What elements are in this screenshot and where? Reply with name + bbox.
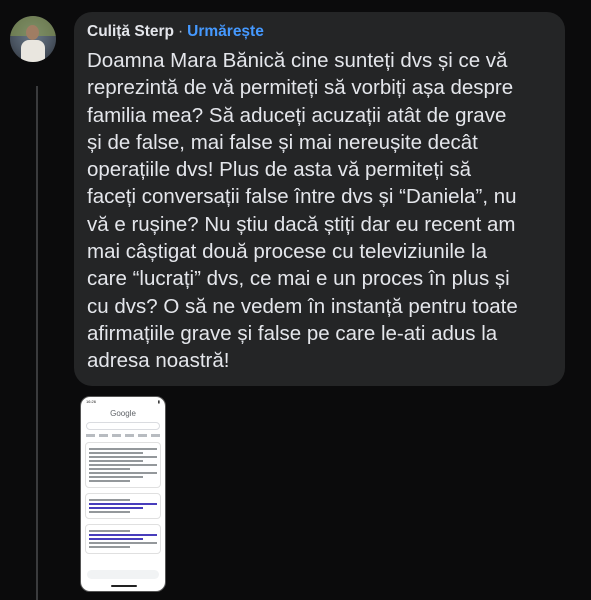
- comment-line: Doamna Mara Bănică cine sunteți dvs și c…: [87, 49, 508, 72]
- comment-line: faceți conversații false între dvs și “D…: [87, 185, 517, 209]
- thread-line: [36, 86, 38, 600]
- attached-screenshot[interactable]: 16:26 ▮ Google: [80, 396, 166, 592]
- separator-dot: ·: [177, 23, 184, 40]
- comment-line: vă e rușine? Nu știu dacă știți dar eu r…: [87, 212, 516, 236]
- phone-address-bar: [87, 570, 159, 579]
- battery-icon: ▮: [157, 399, 160, 404]
- comment-line: adresa noastră!: [87, 349, 230, 373]
- comment-line: și de false, mai false și mai nereușite …: [87, 130, 478, 154]
- comment-header: Culiță Sterp · Urmărește: [87, 22, 553, 42]
- comment-line: mai câștigat două procese cu televiziuni…: [87, 240, 487, 264]
- comment-bubble: Culiță Sterp · Urmărește Doamna Mara Băn…: [74, 12, 565, 386]
- comment-line: afirmațiile grave și false pe care le-at…: [87, 321, 498, 345]
- search-result-card: [85, 493, 161, 519]
- phone-time: 16:26: [86, 399, 97, 404]
- comment-line: care “lucrați” dvs, ce mai e un proces î…: [87, 267, 510, 291]
- phone-tabs: [86, 434, 160, 437]
- search-result-card: [85, 442, 161, 488]
- follow-button[interactable]: Urmărește: [187, 22, 264, 42]
- phone-home-indicator: [111, 585, 137, 587]
- google-logo: Google: [110, 409, 136, 418]
- phone-search-bar: [86, 422, 160, 430]
- comment-line: familia mea? Să aduceți acuzații atât de…: [87, 103, 507, 127]
- comment-line: reprezintă de vă permiteți să vorbiți aș…: [87, 76, 514, 100]
- phone-status-bar: 16:26 ▮: [81, 397, 165, 406]
- comment-line: cu dvs? O să ne vedem în instanță pentru…: [87, 294, 518, 318]
- comment-text: Doamna Mara Bănică cine sunteți dvs și c…: [87, 47, 553, 375]
- comment-line: operațiile dvs! Plus de asta vă permiteț…: [87, 158, 471, 182]
- avatar[interactable]: [10, 16, 56, 62]
- author-name[interactable]: Culiță Sterp: [87, 22, 174, 42]
- search-result-card: [85, 524, 161, 554]
